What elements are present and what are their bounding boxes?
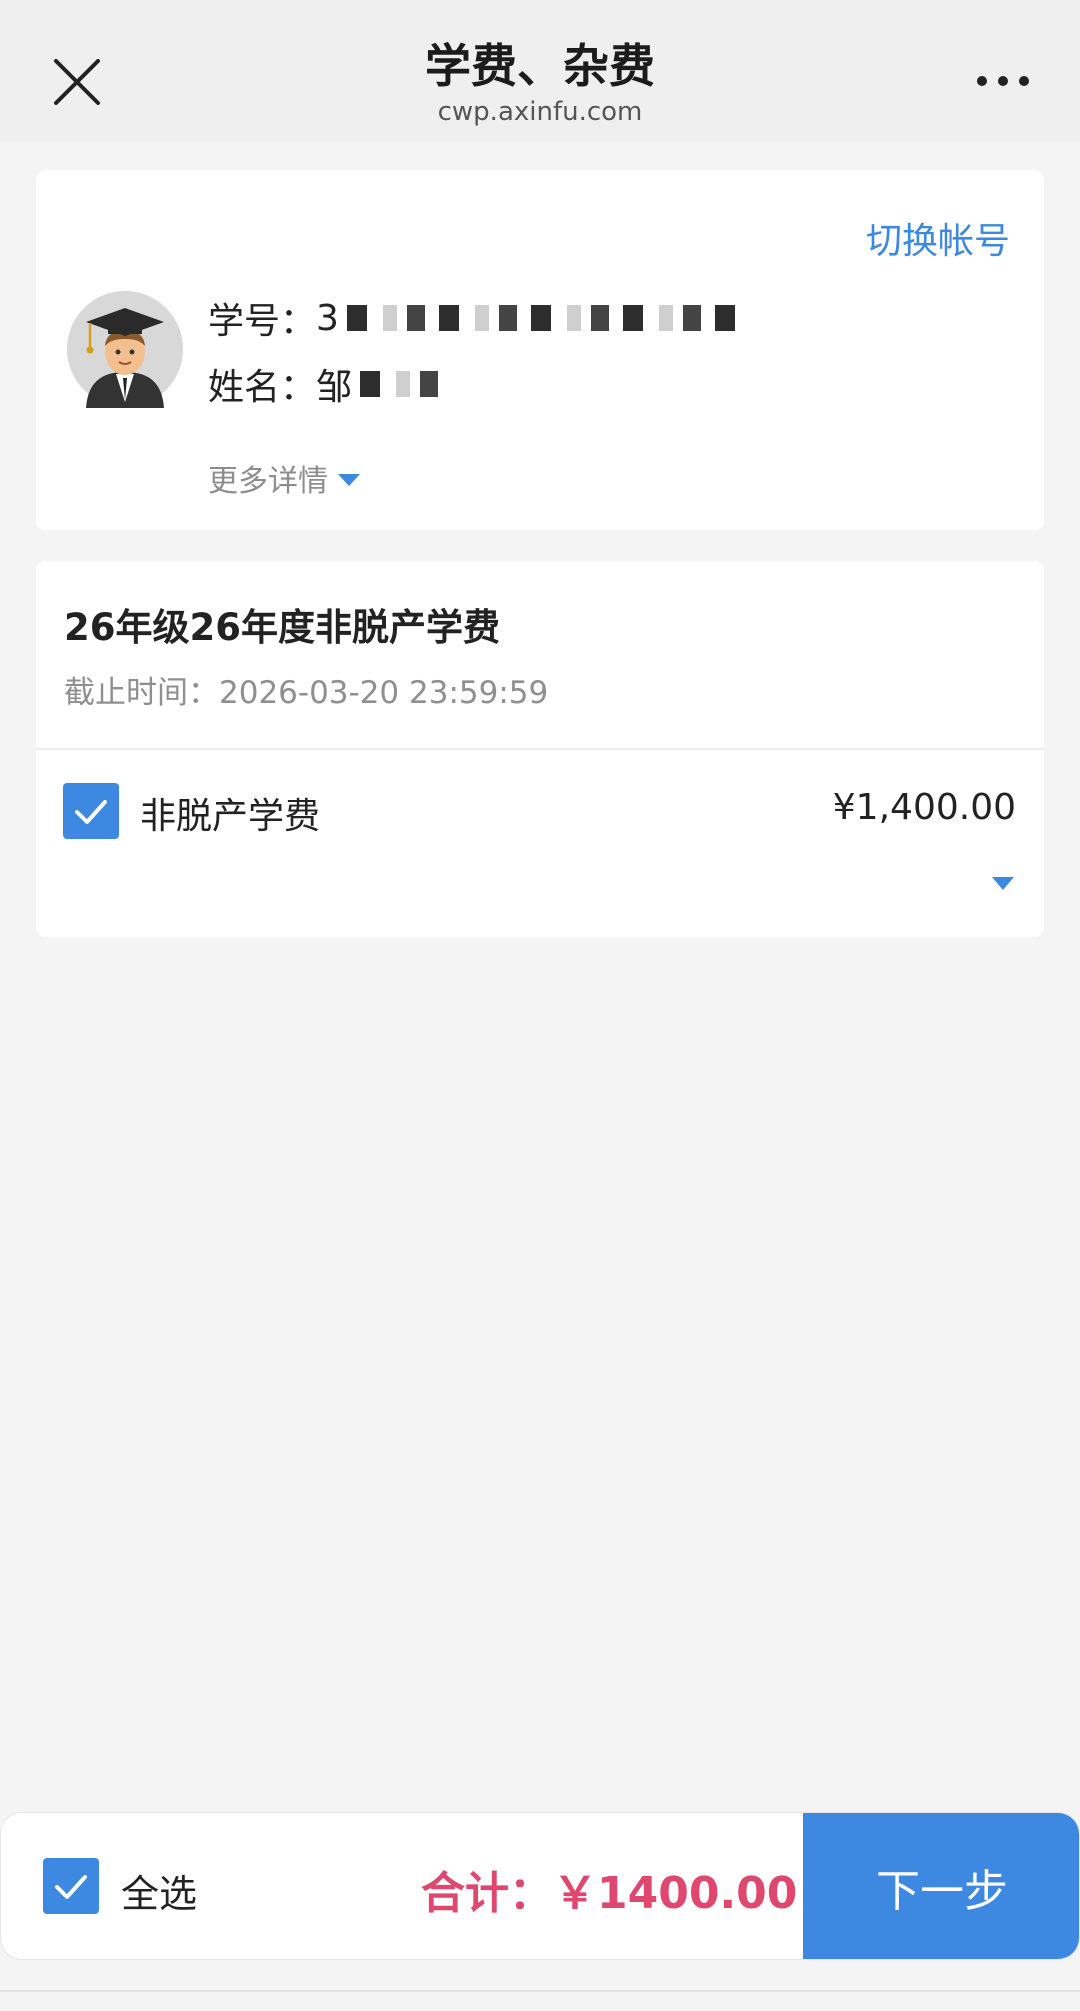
page-title: 学费、杂费	[425, 39, 655, 93]
next-step-button[interactable]: 下一步	[803, 1813, 1079, 1959]
student-id-value: 3	[316, 297, 339, 339]
total-amount: 合计：￥1400.00	[421, 1868, 798, 1919]
student-id-label: 学号：	[208, 301, 317, 342]
fee-title: 26年级26年度非脱产学费	[64, 606, 500, 649]
fee-item-name: 非脱产学费	[140, 796, 321, 837]
checkout-bar: 全选 合计：￥1400.00 下一步	[0, 1812, 1080, 1960]
more-details-toggle[interactable]: 更多详情	[208, 456, 360, 500]
divider	[36, 748, 1044, 750]
account-card: 切换帐号 学号： 3 姓名： 邹 更多详情	[36, 170, 1044, 530]
checkmark-icon	[55, 1875, 87, 1899]
more-icon	[977, 76, 1029, 86]
more-details-label: 更多详情	[208, 464, 328, 499]
caret-down-icon	[338, 474, 360, 486]
select-all-label[interactable]: 全选	[121, 1863, 197, 1918]
fee-card: 26年级26年度非脱产学费 截止时间：2026-03-20 23:59:59 非…	[36, 561, 1044, 937]
checkmark-icon	[75, 800, 107, 824]
select-all-checkbox[interactable]	[43, 1858, 99, 1914]
top-navigation-bar: 学费、杂费 cwp.axinfu.com	[0, 0, 1080, 142]
expand-caret-icon[interactable]	[992, 877, 1014, 890]
page-title-block: 学费、杂费 cwp.axinfu.com	[0, 38, 1080, 128]
graduate-avatar-icon	[67, 291, 183, 408]
fee-item-price: ¥1,400.00	[832, 787, 1016, 828]
student-name-row: 姓名： 邹	[208, 356, 439, 412]
page-domain: cwp.axinfu.com	[437, 97, 643, 127]
student-id-redaction	[346, 305, 737, 331]
student-id-row: 学号： 3	[208, 290, 737, 346]
fee-item-checkbox[interactable]	[63, 783, 119, 839]
student-name-value: 邹	[316, 367, 353, 408]
switch-account-link[interactable]: 切换帐号	[866, 212, 1010, 264]
fee-deadline: 截止时间：2026-03-20 23:59:59	[64, 675, 549, 711]
bottom-divider	[0, 1990, 1080, 1992]
more-menu-button[interactable]	[976, 70, 1030, 92]
student-name-redaction	[360, 371, 439, 397]
student-name-label: 姓名：	[208, 367, 317, 408]
